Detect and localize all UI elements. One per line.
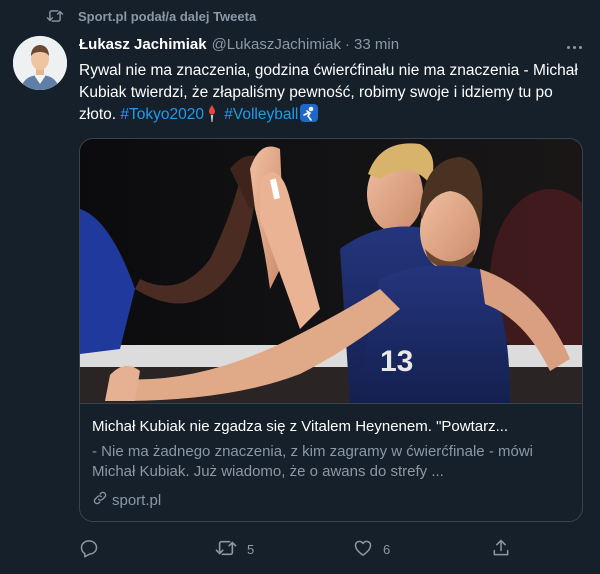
retweet-button[interactable]: 5 (215, 537, 254, 561)
jersey-number: 13 (380, 345, 413, 378)
share-button[interactable] (491, 537, 521, 561)
retweet-context-text: Sport.pl podał/a dalej Tweeta (78, 8, 257, 24)
link-card[interactable]: 13 Michał Kubiak nie zgadza się z Vitale… (79, 138, 583, 522)
tweet-text: Rywal nie ma znaczenia, godzina ćwierćfi… (79, 60, 584, 129)
share-icon (491, 538, 511, 561)
link-icon (92, 490, 108, 510)
author-name[interactable]: Łukasz Jachimiak (79, 36, 207, 53)
card-info: Michał Kubiak nie zgadza się z Vitalem H… (80, 403, 582, 521)
retweet-context-icon (46, 8, 64, 24)
card-description: - Nie ma żadnego znaczenia, z kim zagram… (92, 443, 533, 480)
more-dot (572, 45, 576, 49)
tweet-actions: 5 6 (79, 537, 519, 561)
like-button[interactable]: 6 (353, 537, 390, 561)
like-count: 6 (383, 541, 391, 557)
retweet-context[interactable]: Sport.pl podał/a dalej Tweeta (46, 6, 256, 26)
more-dot (566, 45, 570, 49)
volleyball-icon (300, 104, 319, 129)
card-title[interactable]: Michał Kubiak nie zgadza się z Vitalem H… (92, 418, 572, 435)
olympic-torch-icon (206, 105, 218, 129)
avatar[interactable] (13, 36, 67, 90)
card-image: 13 (80, 139, 582, 403)
more-options-button[interactable] (562, 38, 586, 56)
reply-icon (79, 538, 99, 561)
header-separator: · (345, 36, 351, 53)
reply-button[interactable] (79, 537, 109, 561)
retweet-icon (215, 538, 237, 561)
hashtag-tokyo2020[interactable]: #Tokyo2020 (120, 106, 204, 123)
card-domain-text: sport.pl (112, 491, 162, 509)
more-dot (578, 45, 582, 49)
heart-icon (353, 538, 373, 561)
tweet-time[interactable]: 33 min (354, 36, 399, 53)
tweet[interactable]: Sport.pl podał/a dalej Tweeta Łukasz Jac… (0, 0, 600, 574)
author-handle[interactable]: @LukaszJachimiak (212, 36, 341, 53)
card-domain[interactable]: sport.pl (92, 490, 161, 510)
retweet-count: 5 (247, 541, 255, 557)
tweet-header: Łukasz Jachimiak @LukaszJachimiak · 33 m… (79, 36, 519, 53)
hashtag-volleyball[interactable]: #Volleyball (224, 106, 298, 123)
